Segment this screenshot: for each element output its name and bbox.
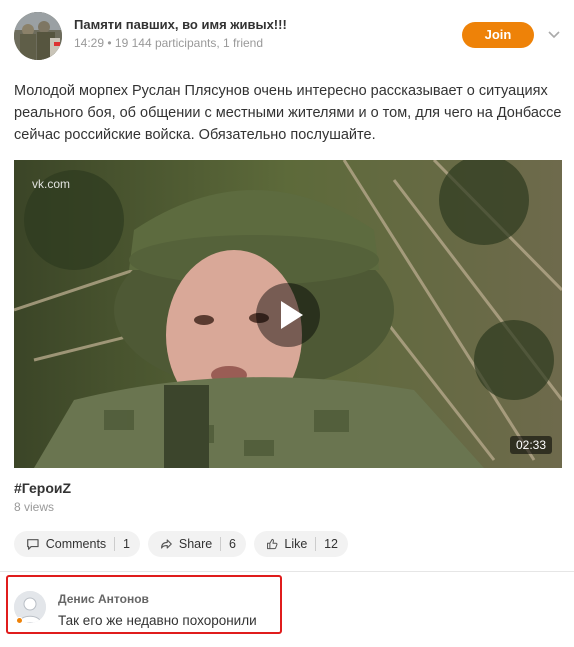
video-player[interactable]: vk.com 02:33 (14, 160, 562, 468)
like-count: 12 (324, 537, 338, 551)
like-label: Like (284, 537, 308, 551)
post-header: Памяти павших, во имя живых!!! 14:29 • 1… (14, 12, 562, 60)
video-title[interactable]: #ГероиZ (14, 480, 71, 496)
post-text: Молодой морпех Руслан Плясунов очень инт… (14, 83, 562, 143)
meta-comma: , (216, 36, 223, 50)
meta-separator: • (107, 36, 115, 50)
group-meta: 14:29 • 19 144 participants, 1 friend (74, 36, 263, 50)
divider (315, 537, 317, 551)
friends-count[interactable]: 1 friend (223, 36, 263, 50)
post-time: 14:29 (74, 36, 105, 50)
comment-text: Так его же недавно похоронили (58, 613, 257, 628)
participants-count[interactable]: 19 144 participants (115, 36, 216, 50)
group-avatar[interactable] (14, 12, 62, 60)
like-button[interactable]: Like 12 (254, 531, 348, 557)
divider (220, 537, 222, 551)
view-count: 8 views (14, 500, 55, 514)
section-divider (0, 571, 574, 572)
group-name[interactable]: Памяти павших, во имя живых!!! (74, 17, 287, 32)
chevron-down-icon[interactable] (546, 26, 562, 42)
play-icon[interactable] (256, 283, 320, 347)
comments-label: Comments (45, 537, 107, 551)
online-indicator (16, 617, 23, 624)
comment-author[interactable]: Денис Антонов (58, 592, 149, 606)
comment-icon (27, 539, 39, 550)
video-duration: 02:33 (509, 436, 552, 454)
comment-item: Денис Антонов Так его же недавно похорон… (6, 575, 282, 634)
share-button[interactable]: Share 6 (148, 531, 246, 557)
join-button[interactable]: Join (462, 22, 534, 48)
share-label: Share (178, 537, 213, 551)
comments-button[interactable]: Comments 1 (14, 531, 140, 557)
divider (114, 537, 116, 551)
share-icon (161, 539, 172, 549)
comments-count: 1 (123, 537, 130, 551)
thumbs-up-icon (267, 538, 278, 550)
video-watermark: vk.com (32, 177, 71, 191)
share-count: 6 (229, 537, 236, 551)
